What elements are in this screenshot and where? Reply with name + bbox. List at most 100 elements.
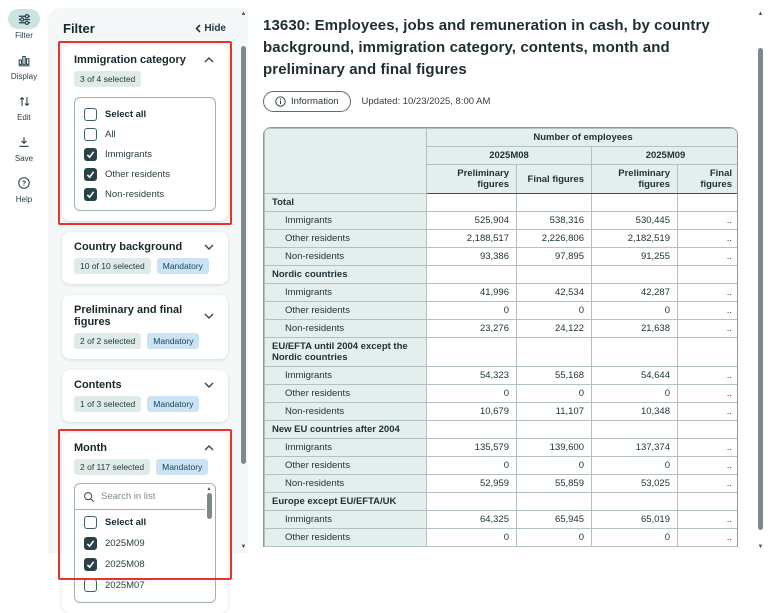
checked-checkbox[interactable] — [84, 558, 97, 571]
row-label: Immigrants — [265, 511, 427, 529]
table-row: Non-residents10,67911,10710,348.. — [265, 403, 739, 421]
table-cell: 0 — [517, 302, 592, 320]
option-immigrants[interactable]: Immigrants — [84, 144, 206, 164]
table-cell — [678, 493, 739, 511]
information-label: Information — [291, 96, 339, 107]
table-row: Non-residents52,95955,85953,025.. — [265, 475, 739, 493]
option-2025m07[interactable]: 2025M07 — [84, 575, 196, 596]
filter-panel: Filter Hide Immigration category3 of 4 s… — [48, 8, 248, 554]
option-2025m09[interactable]: 2025M09 — [84, 533, 196, 554]
scrollbar-thumb[interactable] — [241, 46, 246, 464]
table-row: Other residents000.. — [265, 457, 739, 475]
scroll-up-icon[interactable]: ▲ — [241, 10, 247, 18]
option-label: All — [105, 129, 116, 140]
table-row: Immigrants41,99642,53442,287.. — [265, 284, 739, 302]
scroll-down-icon[interactable]: ▼ — [758, 543, 764, 551]
list-scrollbar[interactable]: ▲ — [205, 486, 213, 546]
unchecked-checkbox[interactable] — [84, 579, 97, 592]
table-cell: .. — [678, 439, 739, 457]
checked-checkbox[interactable] — [84, 168, 97, 181]
table-row: Non-residents23,27624,12221,638.. — [265, 320, 739, 338]
rail-item-label: Edit — [17, 113, 31, 122]
table-row: Europe except EU/EFTA/UK — [265, 493, 739, 511]
row-label: Other residents — [265, 457, 427, 475]
rail-item-edit[interactable]: Edit — [8, 91, 40, 122]
unchecked-checkbox[interactable] — [84, 108, 97, 121]
search-input[interactable]: Search in list — [75, 484, 205, 510]
filter-panel-header: Filter Hide — [48, 8, 248, 45]
checked-checkbox[interactable] — [84, 148, 97, 161]
row-label: Other residents — [265, 529, 427, 547]
rail-item-help[interactable]: ?Help — [8, 173, 40, 204]
checked-checkbox[interactable] — [84, 188, 97, 201]
chevron-down-icon[interactable] — [202, 380, 216, 390]
column-header: Final figures — [517, 165, 592, 194]
table-row: New EU countries after 2004 — [265, 421, 739, 439]
mandatory-badge: Mandatory — [156, 459, 208, 475]
table-cell: .. — [678, 403, 739, 421]
search-placeholder: Search in list — [101, 491, 155, 502]
rail-item-save[interactable]: Save — [8, 132, 40, 163]
scroll-up-icon[interactable]: ▲ — [207, 486, 212, 492]
chevron-up-icon[interactable] — [202, 55, 216, 65]
table-cell — [592, 194, 678, 212]
table-row: Other residents000.. — [265, 302, 739, 320]
table-cell — [678, 338, 739, 367]
checked-checkbox[interactable] — [84, 537, 97, 550]
table-cell: 91,255 — [592, 248, 678, 266]
table-cell — [678, 266, 739, 284]
table-cell — [517, 493, 592, 511]
row-label: Other residents — [265, 385, 427, 403]
unchecked-checkbox[interactable] — [84, 516, 97, 529]
row-label: Non-residents — [265, 403, 427, 421]
row-label: EU/EFTA until 2004 except the Nordic cou… — [265, 338, 427, 367]
table-cell — [678, 194, 739, 212]
searchable-list: Search in list Select all2025M092025M0820… — [74, 483, 216, 603]
rail-item-filter[interactable]: Filter — [8, 9, 40, 40]
row-label: Europe except EU/EFTA/UK — [265, 493, 427, 511]
table-row: Immigrants54,32355,16854,644.. — [265, 367, 739, 385]
filter-panel-scrollbar[interactable]: ▲ ▼ — [239, 10, 248, 554]
scroll-down-icon[interactable]: ▼ — [241, 543, 247, 551]
option-2025m08[interactable]: 2025M08 — [84, 554, 196, 575]
unchecked-checkbox[interactable] — [84, 128, 97, 141]
rail-item-display[interactable]: Display — [8, 50, 40, 81]
row-label: Other residents — [265, 230, 427, 248]
filter-section-title: Country background — [74, 241, 182, 253]
table-cell: .. — [678, 529, 739, 547]
hide-panel-button[interactable]: Hide — [195, 23, 226, 34]
measure-header: Number of employees — [427, 129, 739, 147]
column-header: Preliminary figures — [592, 165, 678, 194]
row-label: Non-residents — [265, 248, 427, 266]
scrollbar-thumb[interactable] — [758, 48, 763, 530]
option-select-all[interactable]: Select all — [84, 512, 196, 533]
table-cell — [592, 266, 678, 284]
scroll-up-icon[interactable]: ▲ — [758, 10, 764, 18]
main-scrollbar[interactable]: ▲ ▼ — [756, 10, 765, 554]
mandatory-badge: Mandatory — [147, 333, 199, 349]
sort-arrows-icon — [18, 95, 31, 108]
chevron-up-icon[interactable] — [202, 443, 216, 453]
filter-section-title: Month — [74, 442, 107, 454]
chevron-down-icon[interactable] — [202, 311, 216, 321]
table-cell: 0 — [592, 385, 678, 403]
table-cell: 135,579 — [427, 439, 517, 457]
option-all[interactable]: All — [84, 124, 206, 144]
table-row: Total — [265, 194, 739, 212]
scrollbar-thumb[interactable] — [207, 493, 212, 519]
table-cell: 54,644 — [592, 367, 678, 385]
table-cell: 538,316 — [517, 212, 592, 230]
option-select-all[interactable]: Select all — [84, 104, 206, 124]
table-cell: 42,287 — [592, 284, 678, 302]
table-cell — [427, 194, 517, 212]
table-cell — [592, 493, 678, 511]
column-header: Final figures — [678, 165, 739, 194]
option-non-residents[interactable]: Non-residents — [84, 184, 206, 204]
chevron-down-icon[interactable] — [202, 242, 216, 252]
table-cell: 55,168 — [517, 367, 592, 385]
information-button[interactable]: Information — [263, 91, 351, 112]
table-cell — [427, 338, 517, 367]
row-label: Non-residents — [265, 320, 427, 338]
option-other-residents[interactable]: Other residents — [84, 164, 206, 184]
table-cell: 2,182,519 — [592, 230, 678, 248]
